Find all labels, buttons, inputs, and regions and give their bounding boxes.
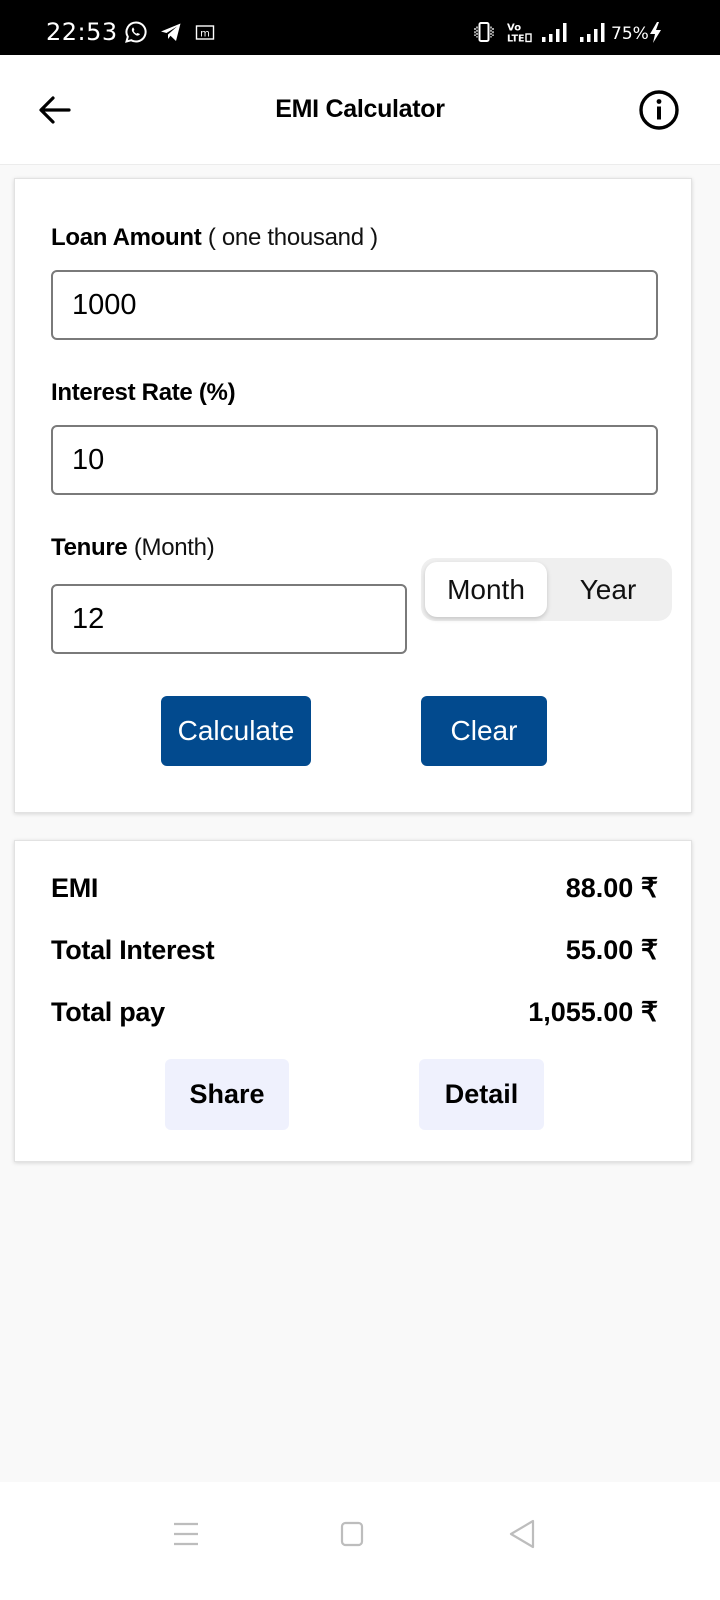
app-bar: EMI Calculator	[0, 55, 720, 165]
svg-text:Vo: Vo	[507, 23, 521, 34]
result-row-emi: EMI 88.00 ₹	[51, 873, 658, 913]
total-pay-label: Total pay	[51, 997, 165, 1027]
whatsapp-icon	[125, 21, 147, 43]
battery-percentage: 75%	[611, 24, 649, 44]
loan-amount-input[interactable]	[51, 270, 658, 340]
svg-text:LTE: LTE	[507, 34, 524, 45]
detail-button[interactable]: Detail	[419, 1059, 544, 1130]
tenure-unit-year-option[interactable]: Year	[549, 562, 667, 617]
interest-rate-label: Interest Rate (%)	[51, 379, 236, 407]
loan-amount-label: Loan Amount ( one thousand )	[51, 224, 378, 252]
volte-icon: Vo LTE	[507, 23, 532, 45]
total-pay-value: 1,055.00 ₹	[528, 997, 658, 1027]
loan-amount-words-hint: ( one thousand )	[207, 224, 378, 251]
tenure-unit-month-option[interactable]: Month	[425, 562, 547, 617]
signal-1-icon	[542, 23, 567, 42]
interest-rate-label-text: Interest Rate (%)	[51, 379, 236, 406]
recents-icon[interactable]	[164, 1512, 208, 1556]
tenure-label-text: Tenure	[51, 534, 128, 561]
interest-rate-input[interactable]	[51, 425, 658, 495]
status-bar: 22:53 m Vo LTE 75%	[0, 0, 720, 55]
back-triangle-icon[interactable]	[498, 1512, 542, 1556]
status-time: 22:53	[46, 18, 118, 46]
emi-input-card: Loan Amount ( one thousand ) Interest Ra…	[14, 178, 692, 813]
charging-icon	[650, 22, 661, 43]
tenure-label: Tenure (Month)	[51, 534, 215, 562]
tenure-input[interactable]	[51, 584, 407, 654]
share-button[interactable]: Share	[165, 1059, 289, 1130]
result-row-total-interest: Total Interest 55.00 ₹	[51, 935, 658, 975]
clear-button[interactable]: Clear	[421, 696, 547, 766]
total-interest-value: 55.00 ₹	[565, 935, 658, 965]
signal-2-icon	[580, 23, 605, 42]
total-interest-label: Total Interest	[51, 935, 215, 965]
home-icon[interactable]	[330, 1512, 374, 1556]
tenure-unit-hint: (Month)	[133, 534, 215, 561]
telegram-icon	[161, 23, 181, 41]
emi-label: EMI	[51, 873, 99, 903]
calculate-button[interactable]: Calculate	[161, 696, 311, 766]
tenure-unit-toggle: Month Year	[421, 558, 672, 621]
svg-text:m: m	[200, 29, 210, 40]
page-title: EMI Calculator	[275, 95, 445, 123]
info-icon[interactable]	[636, 87, 682, 133]
m-app-icon: m	[195, 25, 215, 40]
emi-result-card: EMI 88.00 ₹ Total Interest 55.00 ₹ Total…	[14, 840, 692, 1162]
result-row-total-pay: Total pay 1,055.00 ₹	[51, 997, 658, 1037]
vibrate-icon	[474, 22, 494, 42]
loan-amount-label-text: Loan Amount	[51, 224, 202, 251]
system-nav-bar	[0, 1482, 720, 1600]
emi-value: 88.00 ₹	[565, 873, 658, 903]
